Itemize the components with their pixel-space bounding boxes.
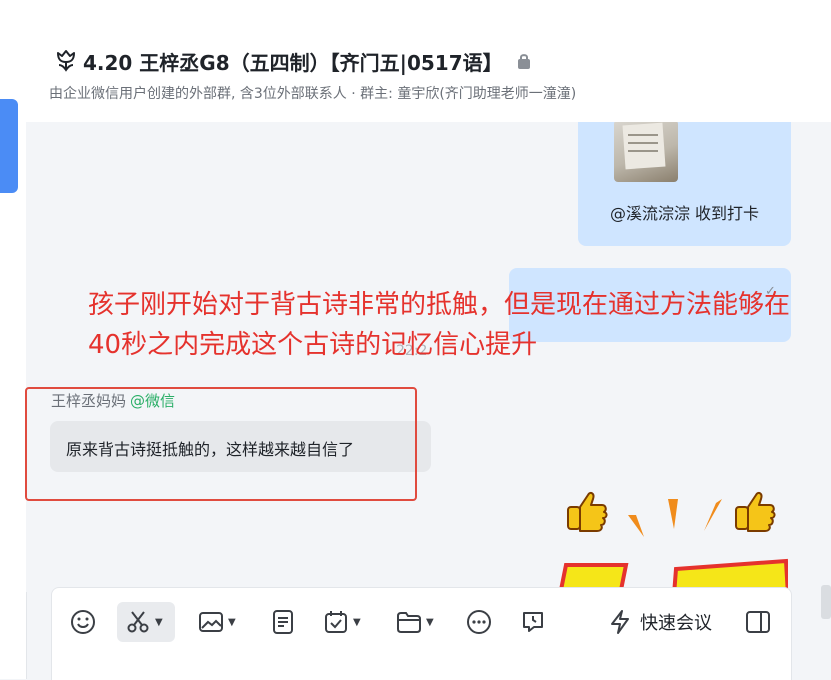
sidebar-active-indicator (0, 99, 18, 193)
image-button[interactable]: ▼ (198, 602, 236, 642)
schedule-button[interactable]: ▼ (323, 602, 361, 642)
calendar-check-icon (325, 611, 347, 633)
scissors-icon (127, 611, 149, 633)
thumbs-up-icon (735, 491, 776, 532)
composer-toolbar: ▼ ▼ ▼ ▼ 快速会议 (52, 602, 791, 642)
quick-meeting-label: 快速会议 (640, 613, 712, 634)
quick-meeting-button[interactable]: 快速会议 (608, 602, 712, 642)
file-button[interactable]: ▼ (396, 602, 434, 642)
lock-icon (517, 52, 531, 70)
folder-icon (397, 612, 421, 633)
chevron-down-icon[interactable]: ▼ (155, 617, 163, 628)
chevron-down-icon[interactable]: ▼ (353, 617, 361, 628)
lightning-icon (611, 610, 629, 634)
more-button[interactable] (466, 602, 492, 642)
emoji-button[interactable] (70, 602, 96, 642)
annotation-text: 孩子刚开始对于背古诗非常的抵触，但是现在通过方法能够在40秒之内完成这个古诗的记… (88, 290, 791, 360)
annotation-highlight-box (25, 387, 417, 501)
emoji-icon (71, 610, 95, 634)
scrollbar-thumb[interactable] (821, 585, 831, 619)
sidebar-toggle-icon (746, 611, 770, 633)
sidebar-toggle-button[interactable] (745, 602, 771, 642)
image-message-bubble[interactable]: @溪流淙淙 收到打卡 (578, 122, 791, 246)
more-icon (467, 610, 491, 634)
paper-line (628, 134, 658, 136)
thumbs-up-sticker (556, 485, 791, 597)
paper-photo (622, 122, 666, 170)
tulip-icon (51, 46, 81, 76)
image-thumbnail[interactable] (614, 122, 678, 182)
paper-line (628, 142, 658, 144)
paper-line (628, 150, 658, 152)
title-row: 4.20 王梓丞G8（五四制）【齐门五|0517语】 (51, 46, 531, 76)
document-icon (273, 610, 293, 634)
image-icon (199, 612, 223, 632)
chat-header: 4.20 王梓丞G8（五四制）【齐门五|0517语】 由企业微信用户创建的外部群… (26, 6, 831, 123)
clock-chat-icon (523, 612, 543, 632)
chevron-down-icon[interactable]: ▼ (228, 617, 236, 628)
page-title: 4.20 王梓丞G8（五四制）【齐门五|0517语】 (83, 50, 503, 75)
chat-history-button[interactable] (520, 602, 546, 642)
image-caption: @溪流淙淙 收到打卡 (609, 204, 760, 223)
message-composer[interactable]: ▼ ▼ ▼ ▼ 快速会议 (51, 587, 792, 680)
screenshot-button[interactable]: ▼ (117, 602, 175, 642)
thumbs-up-icon (567, 491, 608, 532)
document-button[interactable] (270, 602, 296, 642)
group-description: 由企业微信用户创建的外部群, 含3位外部联系人 · 群主: 童宇欣(齐门助理老师… (49, 86, 577, 102)
chevron-down-icon[interactable]: ▼ (426, 617, 434, 628)
